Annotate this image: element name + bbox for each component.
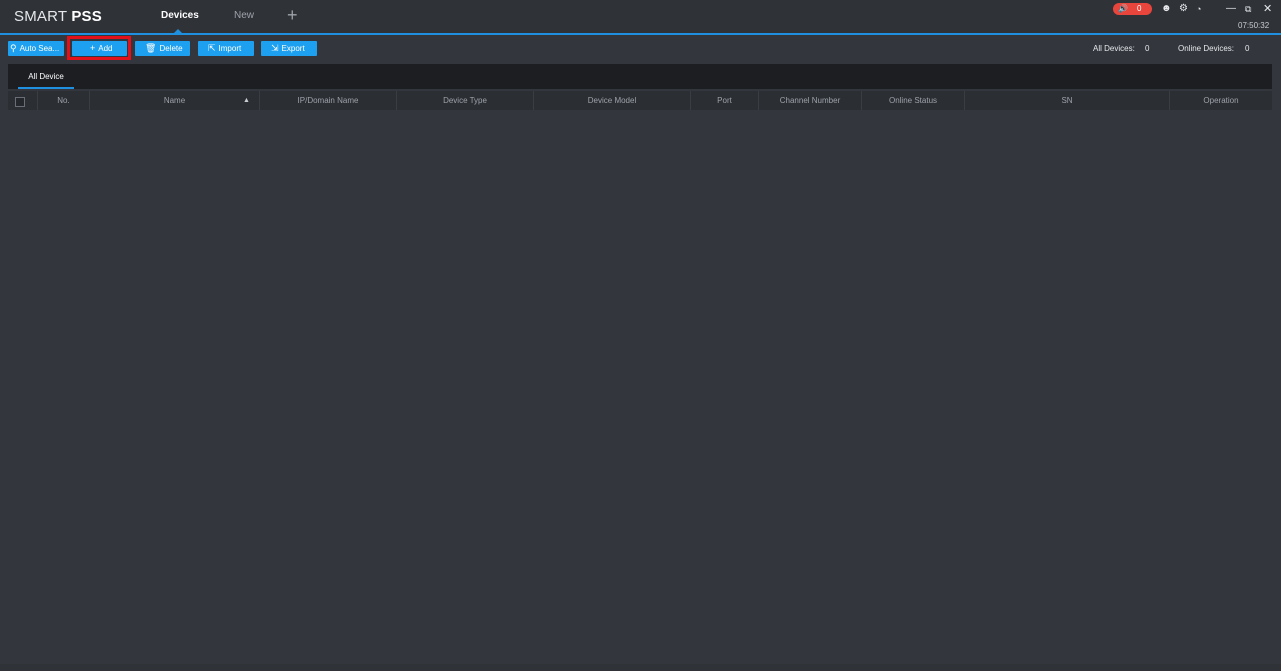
minimize-icon[interactable]: — xyxy=(1226,3,1236,15)
sort-ascending-icon[interactable]: ▲ xyxy=(243,91,250,110)
export-button[interactable]: ⇲ Export xyxy=(261,41,317,56)
online-devices-label: Online Devices: xyxy=(1178,44,1235,53)
all-devices-label: All Devices: xyxy=(1093,44,1135,53)
auto-search-button[interactable]: ⚲ Auto Sea... xyxy=(8,41,64,56)
restore-icon[interactable]: ⧉ xyxy=(1245,3,1251,15)
title-bar: SMART PSS Devices New + 🔊 0 ☻ ⚙ ◔ — ⧉ ✕ … xyxy=(0,0,1281,35)
active-tab-indicator xyxy=(174,29,182,33)
device-group-bar: All Device xyxy=(8,64,1272,89)
tab-all-device[interactable]: All Device xyxy=(18,64,74,89)
column-sn[interactable]: SN xyxy=(965,91,1170,110)
search-icon: ⚲ xyxy=(10,43,17,53)
gear-icon[interactable]: ⚙ xyxy=(1179,3,1188,15)
tab-new[interactable]: New xyxy=(234,10,254,21)
alarm-badge[interactable]: 🔊 0 xyxy=(1113,3,1152,15)
select-all-cell xyxy=(8,91,38,110)
import-button[interactable]: ⇱ Import xyxy=(198,41,254,56)
select-all-checkbox[interactable] xyxy=(15,97,25,107)
column-port[interactable]: Port xyxy=(691,91,759,110)
add-tab-button[interactable]: + xyxy=(287,5,298,25)
delete-button[interactable]: 🗑 Delete xyxy=(135,41,190,56)
status-bar xyxy=(0,664,1281,671)
online-devices-count: 0 xyxy=(1245,44,1250,53)
column-device-model[interactable]: Device Model xyxy=(534,91,691,110)
all-devices-count: 0 xyxy=(1145,44,1150,53)
device-table-header: No. Name ▲ IP/Domain Name Device Type De… xyxy=(8,91,1272,110)
column-channel-number[interactable]: Channel Number xyxy=(759,91,862,110)
close-icon[interactable]: ✕ xyxy=(1263,3,1272,15)
app-logo: SMART PSS xyxy=(14,8,102,25)
import-icon: ⇱ xyxy=(208,43,216,53)
gauge-icon[interactable]: ◔ xyxy=(1196,3,1201,15)
highlight-box xyxy=(67,36,131,60)
clock: 07:50:32 xyxy=(1238,21,1270,30)
trash-icon: 🗑 xyxy=(145,43,157,53)
tab-devices[interactable]: Devices xyxy=(161,10,199,21)
column-no[interactable]: No. xyxy=(38,91,90,110)
column-ip-domain[interactable]: IP/Domain Name xyxy=(260,91,397,110)
speaker-icon: 🔊 xyxy=(1118,4,1128,13)
alarm-count: 0 xyxy=(1137,4,1142,13)
export-icon: ⇲ xyxy=(271,43,279,53)
column-name[interactable]: Name xyxy=(90,91,260,110)
column-operation[interactable]: Operation xyxy=(1170,91,1272,110)
column-online-status[interactable]: Online Status xyxy=(862,91,965,110)
column-device-type[interactable]: Device Type xyxy=(397,91,534,110)
user-icon[interactable]: ☻ xyxy=(1161,3,1172,15)
